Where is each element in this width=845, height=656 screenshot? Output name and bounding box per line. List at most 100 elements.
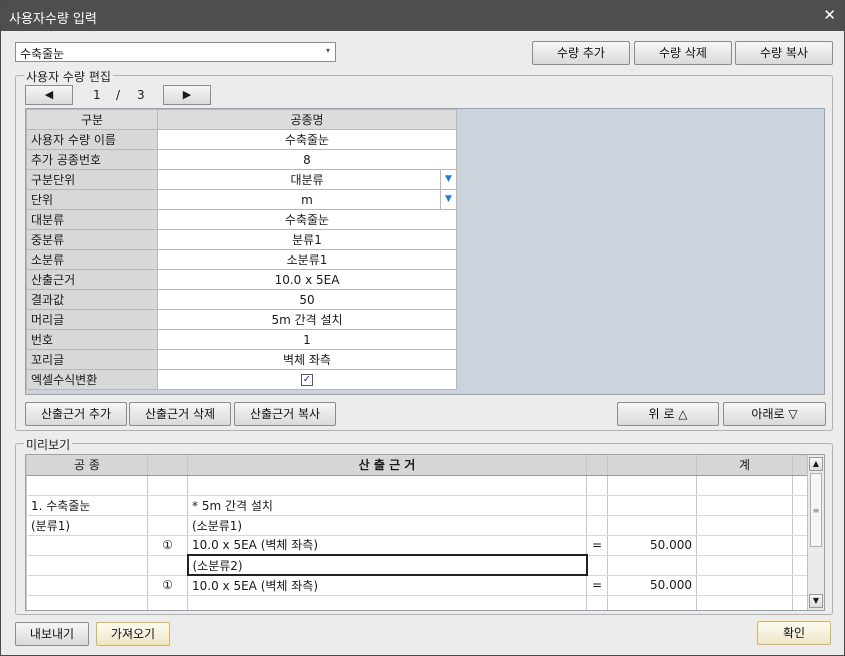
preview-basis bbox=[187, 595, 587, 610]
preview-number bbox=[147, 595, 188, 610]
preview-number bbox=[147, 475, 188, 496]
title-bar[interactable]: 사용자수량 입력 ✕ bbox=[1, 1, 844, 31]
property-value[interactable]: 10.0 x 5EA bbox=[157, 269, 457, 290]
preview-scrollbar[interactable]: ▲ ≡ ▼ bbox=[807, 455, 824, 610]
preview-result bbox=[607, 495, 697, 516]
preview-work bbox=[26, 555, 148, 576]
property-value[interactable]: 수축줄눈 bbox=[157, 129, 457, 150]
header-category: 구분 bbox=[26, 109, 158, 130]
unit-dropdown[interactable]: m ▼ bbox=[157, 189, 457, 210]
preview-work bbox=[26, 475, 148, 496]
move-up-button[interactable]: 위 로 △ bbox=[617, 402, 719, 426]
ok-button[interactable]: 확인 bbox=[757, 621, 831, 645]
property-label: 사용자 수량 이름 bbox=[26, 129, 158, 150]
preview-row[interactable]: 1. 수축줄눈 * 5m 간격 설치 bbox=[26, 495, 809, 516]
property-value: 대분류 bbox=[290, 173, 324, 187]
prev-page-button[interactable]: ◀ bbox=[25, 85, 73, 105]
preview-work: (분류1) bbox=[26, 515, 148, 536]
total-pages: 3 bbox=[137, 88, 145, 102]
property-value[interactable]: 50 bbox=[157, 289, 457, 310]
preview-basis: 10.0 x 5EA (벽체 좌측) bbox=[187, 535, 587, 556]
move-down-button[interactable]: 아래로 ▽ bbox=[723, 402, 826, 426]
add-basis-button[interactable]: 산출근거 추가 bbox=[25, 402, 127, 426]
property-value[interactable]: 소분류1 bbox=[157, 249, 457, 270]
preview-result bbox=[607, 515, 697, 536]
preview-legend: 미리보기 bbox=[24, 436, 73, 453]
division-unit-dropdown[interactable]: 대분류 ▼ bbox=[157, 169, 457, 190]
preview-result: 50.000 bbox=[607, 535, 697, 556]
preview-header-work: 공 종 bbox=[26, 455, 148, 476]
property-label: 소분류 bbox=[26, 249, 158, 270]
property-value[interactable]: 수축줄눈 bbox=[157, 209, 457, 230]
property-row: 산출근거 10.0 x 5EA bbox=[26, 269, 457, 290]
preview-panel[interactable]: 공 종 산 출 근 거 계 1. 수축줄눈 * 5m 간격 설치 (분류1) (… bbox=[25, 454, 825, 611]
property-value[interactable]: 분류1 bbox=[157, 229, 457, 250]
copy-basis-button[interactable]: 산출근거 복사 bbox=[234, 402, 336, 426]
preview-sum bbox=[696, 555, 793, 576]
next-icon: ▶ bbox=[182, 88, 192, 101]
preview-basis: * 5m 간격 설치 bbox=[187, 495, 587, 516]
chevron-down-icon: ▾ bbox=[325, 46, 330, 55]
scroll-thumb[interactable]: ≡ bbox=[810, 473, 822, 547]
preview-header-number bbox=[147, 455, 188, 476]
preview-row[interactable]: (분류1) (소분류1) bbox=[26, 515, 809, 536]
preview-equals bbox=[586, 475, 608, 496]
preview-number: ① bbox=[147, 575, 188, 596]
preview-row[interactable]: ① 10.0 x 5EA (벽체 좌측) = 50.000 bbox=[26, 575, 809, 596]
dropdown-arrow-icon[interactable]: ▼ bbox=[440, 170, 456, 189]
preview-work: 1. 수축줄눈 bbox=[26, 495, 148, 516]
scroll-down-icon[interactable]: ▼ bbox=[809, 594, 823, 608]
preview-work bbox=[26, 595, 148, 610]
preview-header-sum: 계 bbox=[696, 455, 793, 476]
preview-sum bbox=[696, 495, 793, 516]
export-button[interactable]: 내보내기 bbox=[15, 622, 89, 646]
preview-header-basis: 산 출 근 거 bbox=[187, 455, 587, 476]
preview-equals bbox=[586, 555, 608, 576]
property-label: 대분류 bbox=[26, 209, 158, 230]
delete-basis-button[interactable]: 산출근거 삭제 bbox=[129, 402, 231, 426]
preview-row[interactable] bbox=[26, 475, 809, 496]
property-row: 사용자 수량 이름 수축줄눈 bbox=[26, 129, 457, 150]
property-label: 엑셀수식변환 bbox=[26, 369, 158, 390]
property-grid: 구분 공종명 사용자 수량 이름 수축줄눈 추가 공종번호 8 구분단위 대분류… bbox=[25, 108, 825, 395]
preview-result bbox=[607, 475, 697, 496]
excel-formula-cell: ✓ bbox=[157, 369, 457, 390]
preview-row[interactable]: (소분류2) bbox=[26, 554, 809, 576]
property-label: 중분류 bbox=[26, 229, 158, 250]
property-row: 대분류 수축줄눈 bbox=[26, 209, 457, 230]
preview-row[interactable]: ① 10.0 x 5EA (벽체 좌측) = 50.000 bbox=[26, 535, 809, 556]
excel-formula-checkbox[interactable]: ✓ bbox=[301, 374, 313, 386]
preview-sum bbox=[696, 595, 793, 610]
property-value[interactable]: 8 bbox=[157, 149, 457, 170]
scroll-up-icon[interactable]: ▲ bbox=[809, 457, 823, 471]
preview-sum bbox=[696, 535, 793, 556]
preview-header-eq bbox=[586, 455, 608, 476]
dropdown-arrow-icon[interactable]: ▼ bbox=[440, 190, 456, 209]
preview-basis-selected[interactable]: (소분류2) bbox=[186, 554, 588, 576]
property-label: 추가 공종번호 bbox=[26, 149, 158, 170]
preview-result: 50.000 bbox=[607, 575, 697, 596]
property-row: 소분류 소분류1 bbox=[26, 249, 457, 270]
import-button[interactable]: 가져오기 bbox=[96, 622, 170, 646]
property-row: 엑셀수식변환 ✓ bbox=[26, 369, 457, 390]
close-icon[interactable]: ✕ bbox=[823, 6, 836, 24]
property-value[interactable]: 5m 간격 설치 bbox=[157, 309, 457, 330]
header-work-name: 공종명 bbox=[157, 109, 457, 130]
quantity-selector[interactable]: 수축줄눈 ▾ bbox=[15, 42, 336, 62]
property-label: 머리글 bbox=[26, 309, 158, 330]
add-quantity-button[interactable]: 수량 추가 bbox=[532, 41, 630, 65]
preview-row[interactable] bbox=[26, 595, 809, 610]
preview-sum bbox=[696, 475, 793, 496]
preview-basis bbox=[187, 475, 587, 496]
preview-header-result bbox=[607, 455, 697, 476]
copy-quantity-button[interactable]: 수량 복사 bbox=[735, 41, 833, 65]
preview-equals bbox=[586, 495, 608, 516]
next-page-button[interactable]: ▶ bbox=[163, 85, 211, 105]
preview-number bbox=[147, 555, 188, 576]
preview-number: ① bbox=[147, 535, 188, 556]
preview-result bbox=[607, 595, 697, 610]
delete-quantity-button[interactable]: 수량 삭제 bbox=[634, 41, 732, 65]
preview-basis: (소분류1) bbox=[187, 515, 587, 536]
property-value[interactable]: 벽체 좌측 bbox=[157, 349, 457, 370]
property-value[interactable]: 1 bbox=[157, 329, 457, 350]
